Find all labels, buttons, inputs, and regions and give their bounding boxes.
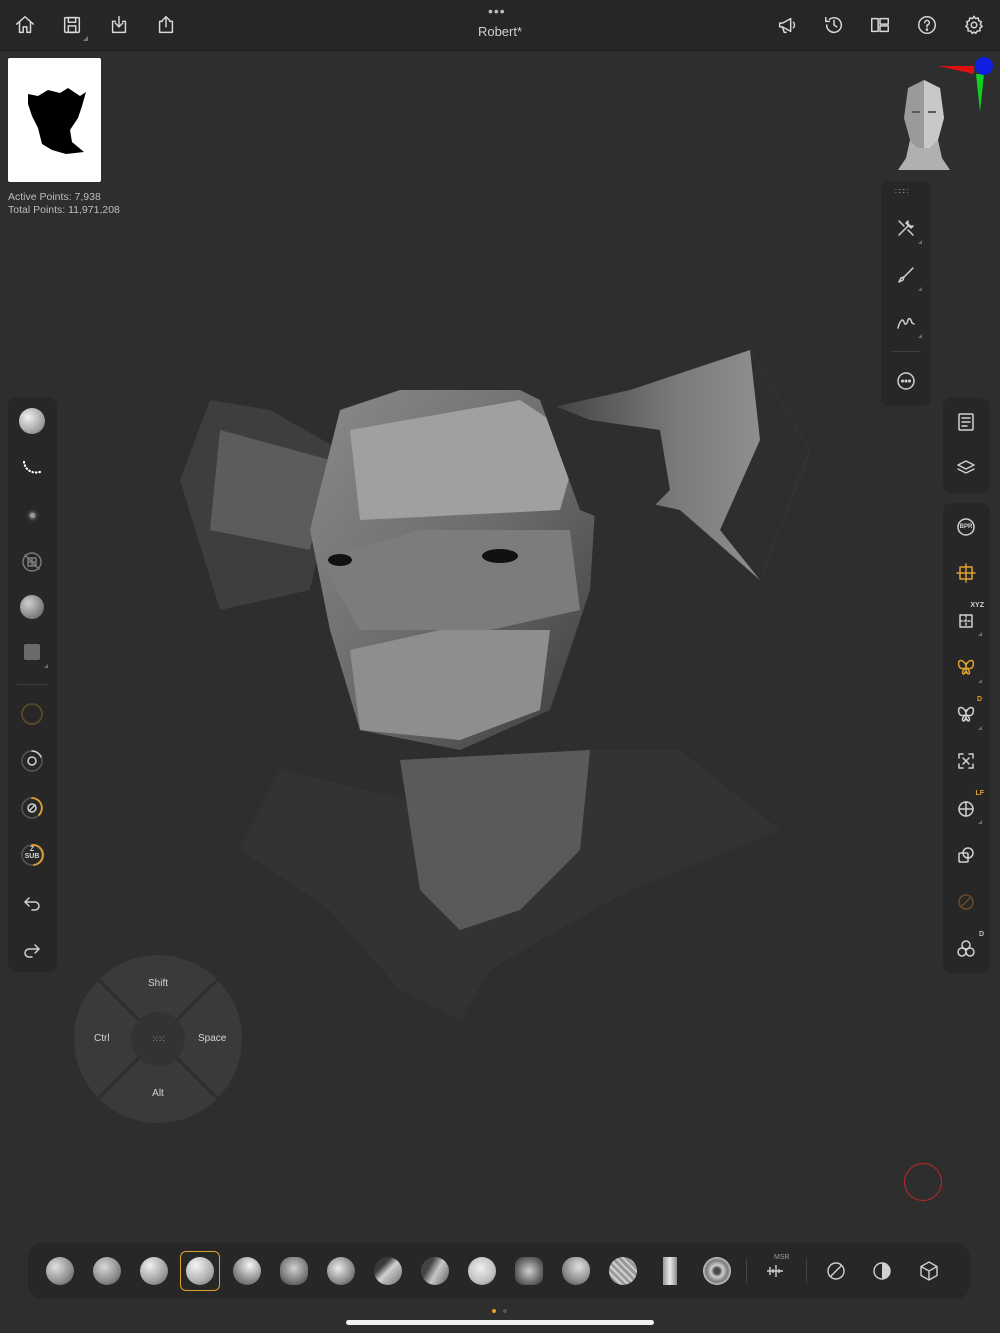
page-indicator [503,1309,507,1313]
sculpt-model-viewport[interactable] [160,330,840,1030]
z-intensity-dial[interactable]: Z SUB [12,835,52,875]
tool-icon[interactable] [886,208,926,248]
brush-slot-2[interactable] [87,1251,127,1291]
brush-slot-13[interactable] [603,1251,643,1291]
alt-key[interactable]: Alt [74,1088,242,1099]
space-key[interactable]: Space [198,1033,226,1044]
ghost-icon[interactable] [946,882,986,922]
focal-shift-dial[interactable] [12,788,52,828]
left-brush-panel: Z SUB [8,397,57,972]
bar-divider [746,1259,747,1283]
stroke-dots-icon[interactable] [12,448,52,488]
modifier-key-dial: Shift Ctrl Space Alt ⁙⁙ [74,955,242,1123]
brush-slot-11[interactable] [509,1251,549,1291]
point-stats: Active Points: 7,938 Total Points: 11,97… [8,191,120,217]
panel-divider [17,684,48,685]
brush-slot-8[interactable] [368,1251,408,1291]
brush-slot-4-selected[interactable] [180,1251,220,1291]
drag-handle[interactable]: ∷∷∷ [895,187,908,196]
brush-slot-5[interactable] [227,1251,267,1291]
lf-badge: LF [975,790,984,797]
active-points: Active Points: 7,938 [8,191,101,203]
home-indicator[interactable] [346,1320,654,1325]
window-menu-dots[interactable]: ••• [488,4,506,18]
layout-icon[interactable] [864,9,896,41]
record-button[interactable] [904,1163,942,1201]
material-half-icon[interactable] [862,1251,902,1291]
symmetry-butterfly-icon[interactable] [946,647,986,687]
d-badge: D [976,696,982,703]
brush-slot-10[interactable] [462,1251,502,1291]
rgb-intensity-dial[interactable] [12,694,52,734]
grid-axis-icon[interactable]: XYZ [946,600,986,640]
gear-icon[interactable] [958,9,990,41]
undo-icon[interactable] [12,882,52,922]
perspective-icon[interactable]: LF [946,788,986,828]
transform-icon[interactable] [946,553,986,593]
brush-icon[interactable] [886,255,926,295]
help-icon[interactable] [911,9,943,41]
brush-slot-15[interactable] [697,1251,737,1291]
top-toolbar: ••• Robert* [0,0,1000,51]
document-title: Robert* [477,24,523,39]
d2-badge: D [978,931,984,938]
history-icon[interactable] [818,9,850,41]
polyframe-icon[interactable]: D [946,929,986,969]
current-brush-sphere[interactable] [12,401,52,441]
xyz-badge: XYZ [970,602,984,609]
megaphone-icon[interactable] [771,9,803,41]
ctrl-key[interactable]: Ctrl [94,1033,110,1044]
bpr-button[interactable]: BPR [946,507,986,547]
material-sphere[interactable] [12,587,52,627]
bar-divider [806,1259,807,1283]
msr-label: MSR [774,1254,790,1261]
redo-icon[interactable] [12,929,52,969]
more-icon[interactable] [886,361,926,401]
transparency-icon[interactable] [946,835,986,875]
matcap-half-icon[interactable] [816,1251,856,1291]
brush-slot-7[interactable] [321,1251,361,1291]
dial-center-button[interactable]: ⁙⁙ [131,1012,185,1066]
silhouette-image [28,88,86,154]
brush-slot-9[interactable] [415,1251,455,1291]
total-points: Total Points: 11,971,208 [8,204,120,216]
brush-slot-3[interactable] [134,1251,174,1291]
model-thumbnail[interactable] [8,58,101,182]
stroke-icon[interactable] [886,302,926,342]
cube-icon[interactable] [909,1251,949,1291]
zsub-label: Z SUB [24,846,40,860]
brush-slot-12[interactable] [556,1251,596,1291]
dynamic-symmetry-icon[interactable]: D [946,694,986,734]
alpha-dot-icon[interactable] [12,495,52,535]
brush-slot-6[interactable] [274,1251,314,1291]
brush-slot-14[interactable] [650,1251,690,1291]
right-render-panel: BPR XYZ D LF D [943,503,990,973]
shift-key[interactable]: Shift [74,978,242,989]
right-doc-panel [943,398,990,493]
right-tools-panel: ∷∷∷ [881,181,931,406]
texture-off-icon[interactable] [12,542,52,582]
color-swatch[interactable] [12,632,52,672]
z-label: Z [29,846,35,853]
draw-size-dial[interactable] [12,741,52,781]
brush-slot-1[interactable] [40,1251,80,1291]
layers-icon[interactable] [946,448,986,488]
waveform-icon [767,1265,783,1277]
page-indicator-active [492,1309,496,1313]
bpr-label: BPR [959,524,973,530]
sub-label: SUB [24,853,40,860]
document-list-icon[interactable] [946,402,986,442]
msr-button[interactable]: MSR [755,1251,795,1291]
grid-dots-icon: ⁙⁙ [151,1033,165,1044]
frame-icon[interactable] [946,741,986,781]
panel-divider [891,351,921,352]
brush-palette-bar: MSR [28,1243,970,1299]
axis-gizmo[interactable] [930,52,998,122]
